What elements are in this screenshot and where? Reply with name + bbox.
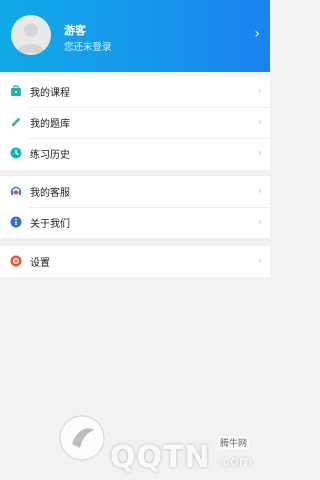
chevron-right-icon: › xyxy=(257,146,262,159)
chevron-right-icon: › xyxy=(257,254,262,267)
divider xyxy=(28,207,270,208)
info-icon xyxy=(10,216,22,228)
menu-item-my-question-bank[interactable]: 我的题库 › xyxy=(0,107,270,138)
chevron-right-icon: › xyxy=(257,184,262,197)
user-silhouette-icon xyxy=(17,23,45,53)
pencil-icon xyxy=(12,117,21,126)
chevron-right-icon: › xyxy=(257,115,262,128)
chevron-right-icon: › xyxy=(254,26,260,42)
user-name: 游客 xyxy=(64,24,86,37)
menu-item-practice-history[interactable]: 练习历史 › xyxy=(0,138,270,169)
chevron-right-icon: › xyxy=(257,215,262,228)
menu-item-label: 设置 xyxy=(30,258,50,269)
profile-header[interactable]: 游客 您还未登录 › xyxy=(0,0,270,72)
menu-item-my-courses[interactable]: 我的课程 › xyxy=(0,76,270,107)
divider xyxy=(28,107,270,108)
menu-item-settings[interactable]: 设置 › xyxy=(0,246,270,277)
menu-item-about-us[interactable]: 关于我们 › xyxy=(0,207,270,238)
login-hint: 您还未登录 xyxy=(64,42,112,53)
menu-group-learning: 我的课程 › 我的题库 › 练习历史 › xyxy=(0,76,270,170)
watermark-brand: QQTN xyxy=(110,440,211,475)
gear-icon xyxy=(10,255,22,267)
headset-icon xyxy=(10,186,22,195)
watermark-site-name: 腾牛网 xyxy=(218,436,250,449)
watermark-domain: .com xyxy=(218,454,253,470)
menu-item-customer-service[interactable]: 我的客服 › xyxy=(0,176,270,207)
menu-group-settings: 设置 › xyxy=(0,246,270,277)
menu-item-label: 关于我们 xyxy=(30,219,70,230)
divider xyxy=(28,138,270,139)
menu-group-support: 我的客服 › 关于我们 › xyxy=(0,176,270,238)
menu-item-label: 我的题库 xyxy=(30,119,70,130)
clock-icon xyxy=(10,147,22,159)
menu-item-label: 我的客服 xyxy=(30,188,70,199)
menu-item-label: 我的课程 xyxy=(30,88,70,99)
chevron-right-icon: › xyxy=(257,84,262,97)
menu-item-label: 练习历史 xyxy=(30,150,70,161)
watermark-logo-icon xyxy=(59,415,105,461)
avatar[interactable] xyxy=(11,15,51,55)
briefcase-icon xyxy=(11,85,21,96)
